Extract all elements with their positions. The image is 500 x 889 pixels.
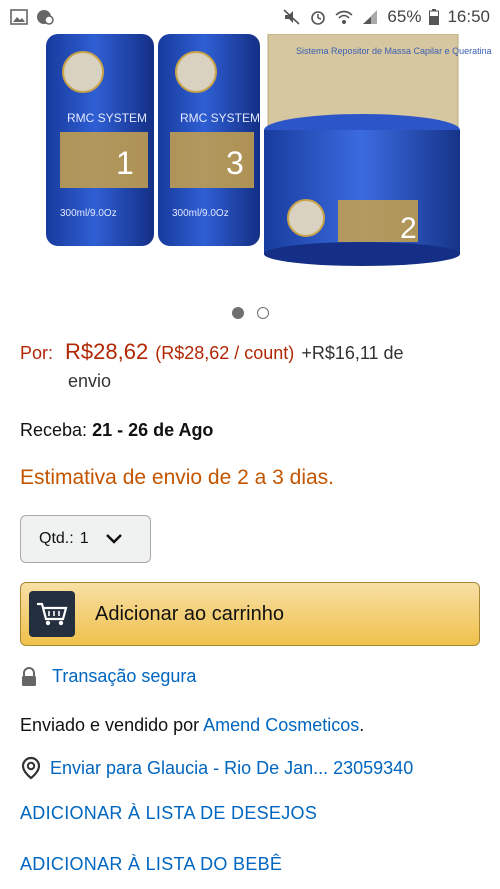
seller-prefix: Enviado e vendido por	[20, 715, 200, 735]
price-label: Por:	[20, 343, 54, 363]
price-block: Por: R$28,62 (R$28,62 / count) +R$16,11 d…	[20, 338, 480, 395]
secure-transaction[interactable]: Transação segura	[20, 666, 196, 687]
status-bar-right: 65% 16:50	[283, 7, 490, 27]
image-notification-icon	[10, 9, 28, 25]
quantity-dropdown[interactable]: Qtd.: 1	[20, 515, 151, 563]
product-photo: Sistema Repositor de Massa Capilar e Que…	[46, 34, 492, 266]
signal-icon	[363, 10, 378, 24]
add-to-wishlist-link[interactable]: ADICIONAR À LISTA DE DESEJOS	[20, 803, 317, 824]
image-carousel-dots[interactable]	[0, 307, 500, 319]
add-to-cart-label: Adicionar ao carrinho	[95, 602, 284, 625]
shipping-cost-continued: envio	[68, 371, 112, 391]
jar-step: 2	[400, 212, 417, 245]
add-to-cart-button[interactable]: Adicionar ao carrinho	[20, 582, 480, 646]
bottle-2-volume: 300ml/9.0Oz	[172, 208, 229, 219]
bottle-1-step: 1	[116, 145, 134, 181]
location-pin-icon	[21, 756, 41, 780]
product-image[interactable]: Sistema Repositor de Massa Capilar e Que…	[0, 34, 500, 292]
secure-transaction-link[interactable]: Transação segura	[52, 666, 196, 687]
ship-to-link[interactable]: Enviar para Glaucia - Rio De Jan... 2305…	[50, 758, 413, 779]
bottle-1-volume: 300ml/9.0Oz	[60, 208, 117, 219]
battery-percent: 65%	[387, 7, 422, 26]
quantity-value: 1	[79, 530, 89, 547]
ship-to-address[interactable]: Enviar para Glaucia - Rio De Jan... 2305…	[20, 756, 413, 780]
lock-icon	[22, 666, 36, 686]
bottle-1-brand: RMC SYSTEM	[67, 111, 147, 125]
delivery-date: Receba: 21 - 26 de Ago	[20, 420, 213, 441]
mute-icon	[283, 9, 300, 25]
carousel-dot-2[interactable]	[256, 307, 269, 319]
box-title-text: Sistema Repositor de Massa Capilar e Que…	[296, 46, 492, 56]
seller-suffix: .	[359, 715, 365, 735]
unit-price: (R$28,62 / count)	[155, 343, 295, 363]
delivery-label: Receba:	[20, 420, 88, 440]
seller-info: Enviado e vendido por Amend Cosmeticos.	[20, 715, 364, 736]
bottle-2-step: 3	[226, 145, 244, 181]
cloud-settings-notification-icon	[37, 10, 54, 25]
add-to-baby-registry-link[interactable]: ADICIONAR À LISTA DO BEBÊ	[20, 854, 282, 875]
price-value: R$28,62	[65, 339, 149, 364]
carousel-dot-1[interactable]	[231, 307, 244, 319]
status-bar-left	[10, 9, 54, 25]
chevron-down-icon	[105, 534, 122, 544]
shipping-estimate: Estimativa de envio de 2 a 3 dias.	[20, 466, 335, 489]
cart-icon	[29, 591, 75, 637]
seller-link[interactable]: Amend Cosmeticos	[203, 715, 359, 735]
delivery-dates: 21 - 26 de Ago	[92, 420, 214, 440]
bottle-2-brand: RMC SYSTEM	[180, 111, 260, 125]
wifi-icon	[335, 10, 353, 24]
alarm-icon	[311, 11, 326, 25]
shipping-cost: +R$16,11 de	[301, 343, 404, 363]
status-bar: 65% 16:50	[0, 0, 500, 34]
quantity-label: Qtd.:	[39, 530, 74, 547]
battery-icon	[429, 9, 440, 25]
clock: 16:50	[447, 7, 490, 26]
